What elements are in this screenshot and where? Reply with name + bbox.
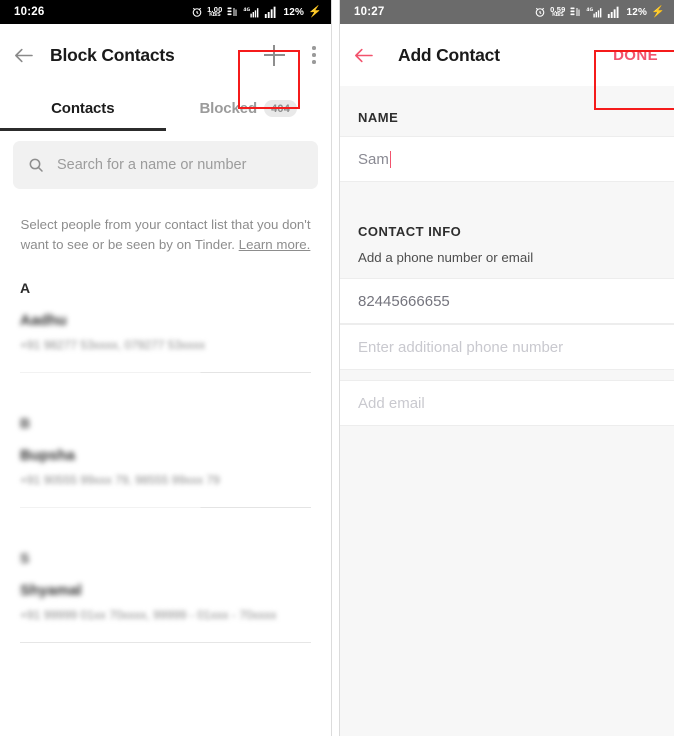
list-item[interactable]: Shyamal +91 99999 01xx 70xxxx, 99999 - 0… — [0, 582, 331, 622]
tab-blocked-label: Blocked — [199, 100, 258, 117]
svg-text:4G: 4G — [244, 7, 251, 13]
battery-percentage: 12% — [626, 6, 648, 18]
tab-active-indicator — [0, 128, 166, 131]
search-area: Search for a name or number — [0, 131, 331, 189]
contact-section: B Bupsha +91 90555 99xxx 79, 98555 99xxx… — [0, 415, 331, 509]
alarm-icon — [535, 7, 545, 17]
contact-detail: +91 98277 53xxxx, 079277 53xxxx — [20, 338, 206, 353]
kebab-dot — [312, 60, 316, 64]
contacts-list: A Aadhu +91 98277 53xxxx, 079277 53xxxx … — [0, 254, 331, 644]
tab-blocked[interactable]: Blocked 404 — [166, 86, 332, 131]
kebab-dot — [312, 53, 316, 57]
tab-contacts[interactable]: Contacts — [0, 86, 166, 131]
list-item[interactable]: Aadhu +91 98277 53xxxx, 079277 53xxxx — [0, 312, 331, 352]
blocked-count-badge: 404 — [264, 100, 298, 117]
email-placeholder: Add email — [358, 394, 425, 412]
contact-detail: +91 90555 99xxx 79, 98555 99xxx 79 — [20, 473, 220, 488]
form-small-spacer — [340, 370, 674, 380]
contact-detail: +91 99999 01xx 70xxxx, 99999 - 01xxx - 7… — [20, 608, 277, 623]
contact-name: Aadhu — [20, 312, 67, 330]
form-section-spacer — [340, 182, 674, 224]
list-item[interactable]: Bupsha +91 90555 99xxx 79, 98555 99xxx 7… — [0, 447, 331, 487]
contact-info-subtitle: Add a phone number or email — [340, 250, 674, 278]
mobile-data-icon — [227, 7, 237, 16]
signal-bars-icon — [265, 6, 276, 18]
panel-separator — [332, 0, 339, 736]
network-speed: 1.00 KB/S — [207, 6, 222, 19]
learn-more-link[interactable]: Learn more. — [239, 237, 311, 252]
add-contact-button[interactable] — [251, 32, 297, 78]
section-letter: S — [20, 550, 30, 567]
helper-text: Select people from your contact list tha… — [0, 189, 331, 254]
phone-field-value: 82445666655 — [358, 292, 450, 310]
back-button[interactable] — [340, 24, 386, 86]
dual-screenshot-container: 10:26 1.00 KB/S 4G 12% ⚡ Block Contacts … — [0, 0, 675, 736]
back-arrow-icon — [14, 48, 33, 62]
plus-icon — [263, 44, 285, 66]
page-title: Block Contacts — [50, 44, 175, 65]
search-icon — [29, 158, 43, 172]
search-input[interactable]: Search for a name or number — [13, 141, 318, 189]
add-contact-form: NAME Sam CONTACT INFO Add a phone number… — [340, 86, 674, 736]
battery-percentage: 12% — [283, 6, 305, 18]
kebab-menu-icon — [312, 46, 316, 50]
section-letter: A — [20, 280, 31, 297]
tab-contacts-label: Contacts — [51, 100, 115, 117]
name-field[interactable]: Sam — [340, 136, 674, 182]
contact-section: S Shyamal +91 99999 01xx 70xxxx, 99999 -… — [0, 550, 331, 644]
form-top-spacer — [340, 86, 674, 110]
text-cursor — [389, 150, 392, 168]
section-letter: B — [20, 415, 31, 432]
right-phone-screen: 10:27 0.59 KB/S 4G 12% ⚡ Add Contact DON… — [339, 0, 674, 736]
signal-4g-icon: 4G — [244, 7, 259, 18]
network-speed-unit: KB/S — [552, 12, 564, 19]
network-speed-unit: KB/S — [209, 12, 221, 19]
back-arrow-icon — [354, 48, 373, 62]
right-app-bar: Add Contact DONE — [340, 24, 674, 110]
signal-4g-icon: 4G — [587, 7, 602, 18]
left-app-bar: Block Contacts — [0, 24, 331, 109]
overflow-menu-button[interactable] — [297, 29, 331, 81]
contact-section: A Aadhu +91 98277 53xxxx, 079277 53xxxx — [0, 280, 331, 374]
status-icons: 0.59 KB/S 4G 12% ⚡ — [534, 6, 665, 19]
right-status-bar: 10:27 0.59 KB/S 4G 12% ⚡ — [340, 0, 674, 24]
email-field[interactable]: Add email — [340, 380, 674, 426]
status-icons: 1.00 KB/S 4G 12% ⚡ — [191, 6, 322, 19]
network-speed: 0.59 KB/S — [550, 6, 565, 19]
signal-bars-icon — [608, 6, 619, 18]
lightning-bolt-icon: ⚡ — [651, 5, 665, 18]
contact-name: Bupsha — [20, 447, 76, 465]
svg-text:4G: 4G — [587, 7, 594, 13]
name-field-value: Sam — [358, 150, 389, 168]
phone-field[interactable]: 82445666655 — [340, 278, 674, 324]
additional-phone-field[interactable]: Enter additional phone number — [340, 324, 674, 370]
done-button[interactable]: DONE — [597, 24, 674, 86]
contact-name: Shyamal — [20, 582, 82, 600]
search-placeholder: Search for a name or number — [57, 157, 247, 173]
left-phone-screen: 10:26 1.00 KB/S 4G 12% ⚡ Block Contacts … — [0, 0, 332, 736]
list-divider — [20, 642, 311, 644]
status-time: 10:27 — [354, 6, 385, 18]
mobile-data-icon — [570, 7, 580, 16]
lightning-bolt-icon: ⚡ — [308, 5, 322, 18]
additional-phone-placeholder: Enter additional phone number — [358, 338, 564, 356]
contact-info-section-label: CONTACT INFO — [340, 224, 674, 250]
tab-bar: Contacts Blocked 404 — [0, 86, 331, 131]
status-time: 10:26 — [14, 6, 45, 18]
page-title: Add Contact — [398, 44, 500, 65]
name-section-label: NAME — [340, 110, 674, 136]
left-status-bar: 10:26 1.00 KB/S 4G 12% ⚡ — [0, 0, 331, 24]
alarm-icon — [192, 7, 202, 17]
back-button[interactable] — [0, 24, 46, 86]
